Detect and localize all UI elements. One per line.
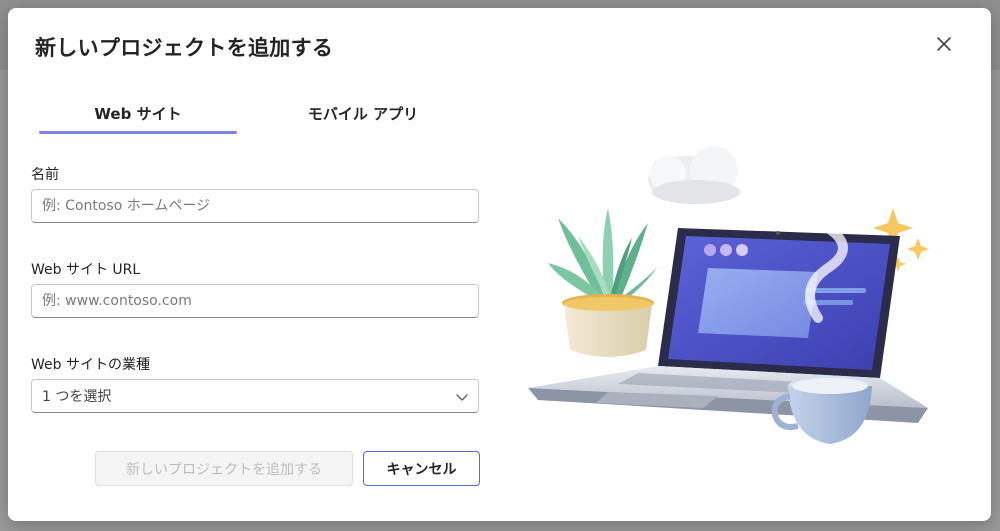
add-project-button[interactable]: 新しいプロジェクトを追加する [95, 451, 353, 486]
chevron-down-icon [456, 394, 468, 401]
industry-select[interactable]: 1 つを選択 [31, 379, 479, 413]
url-input[interactable] [31, 284, 479, 318]
plant-icon [548, 208, 658, 357]
tab-list: Web サイト モバイル アプリ [39, 92, 439, 134]
add-project-dialog: 新しいプロジェクトを追加する Web サイト モバイル アプリ 名前 Web サ… [8, 8, 991, 521]
industry-label: Web サイトの業種 [31, 357, 150, 373]
industry-select-value: 1 つを選択 [42, 389, 112, 405]
name-input[interactable] [31, 189, 479, 223]
tab-mobile-app-label: モバイル アプリ [307, 104, 419, 123]
cloud-icon [648, 146, 740, 204]
close-button[interactable] [930, 30, 958, 58]
url-label: Web サイト URL [31, 262, 141, 278]
close-icon [937, 37, 951, 51]
laptop-illustration [528, 146, 929, 444]
cancel-button[interactable]: キャンセル [363, 451, 480, 486]
tab-website[interactable]: Web サイト [39, 92, 237, 134]
dialog-title: 新しいプロジェクトを追加する [35, 36, 334, 60]
tab-website-label: Web サイト [94, 104, 182, 123]
name-label: 名前 [31, 167, 59, 183]
tab-mobile-app[interactable]: モバイル アプリ [263, 92, 463, 134]
